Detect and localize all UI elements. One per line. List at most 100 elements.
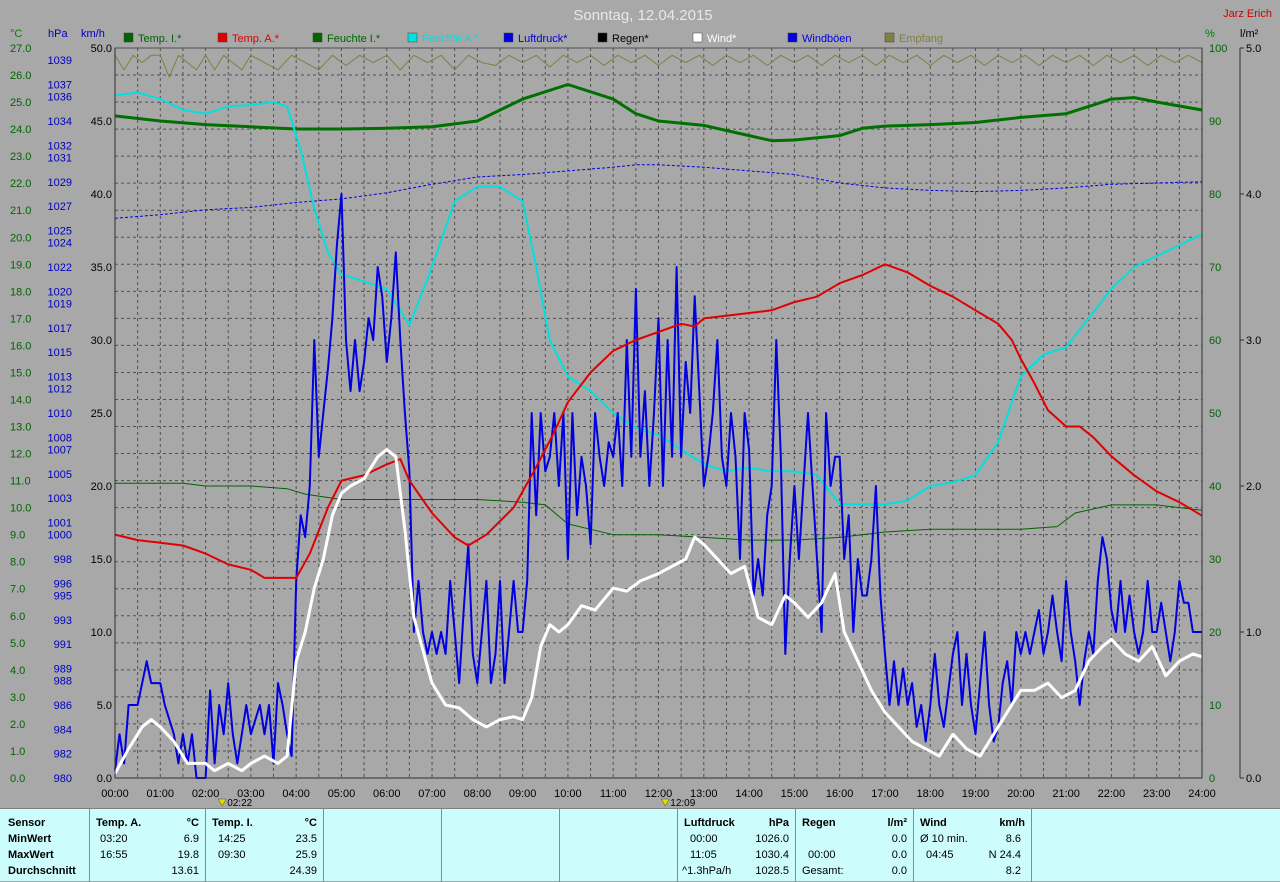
pressure-header: Luftdruck [684,817,735,829]
kmh-tick-label: 30.0 [91,335,112,347]
legend-label: Temp. I.* [138,33,182,45]
pct-tick-label: 10 [1209,700,1221,712]
kmh-tick-label: 40.0 [91,189,112,201]
temp-a-max-value: 19.8 [177,849,199,861]
hpa-tick-label: 998 [54,554,72,566]
time-tick-label: 19:00 [962,788,990,800]
temp-a-header: Temp. A. [96,817,142,829]
rain-column: Regen l/m² 0.0 00:00 0.0 Gesamt: 0.0 [796,809,914,882]
empty-column-1 [324,809,442,882]
temp-tick-label: 26.0 [10,70,31,82]
pct-tick-label: 80 [1209,189,1221,201]
time-tick-label: 08:00 [464,788,492,800]
hpa-tick-label: 1027 [48,201,72,213]
hpa-tick-label: 1015 [48,347,72,359]
hpa-tick-label: 1001 [48,518,72,530]
kmh-tick-label: 45.0 [91,116,112,128]
legend-label: Feuchte I.* [327,33,381,45]
author-label: Jarz Erich [1223,8,1272,20]
hpa-tick-label: 996 [54,578,72,590]
legend-swatch [597,32,608,43]
temp-a-min-value: 6.9 [183,833,199,845]
temp-tick-label: 21.0 [10,205,31,217]
wind-third-value: 8.2 [1005,865,1021,877]
rain-max-time: 00:00 [808,849,836,861]
legend: Temp. I.* Temp. A.* Feuchte I.* Feuchte A.*… [123,32,943,45]
legend-label: Windböen [802,33,852,45]
weather-chart: 27.0 26.0 25.0 24.0 23.0 22.0 21.0 20.0 19.0 18.0… [0,0,1280,808]
kmh-tick-label: 20.0 [91,481,112,493]
temp-a-unit: °C [186,817,199,829]
temp-tick-label: 16.0 [10,340,31,352]
pct-tick-label: 90 [1209,116,1221,128]
rain-tick-label: 1.0 [1246,627,1261,639]
pressure-avg: 1028.5 [755,865,789,877]
kmh-tick-label: 50.0 [91,43,112,55]
time-tick-label: 10:00 [554,788,582,800]
pct-tick-label: 30 [1209,554,1221,566]
temp-tick-label: 24.0 [10,124,31,136]
legend-label: Luftdruck* [518,33,568,45]
time-marker-label: 12:09 [670,798,695,808]
time-tick-label: 22:00 [1098,788,1126,800]
temp-tick-label: 3.0 [10,692,25,704]
hpa-tick-label: 1007 [48,445,72,457]
wind-unit: km/h [999,817,1025,829]
time-tick-label: 14:00 [735,788,763,800]
time-tick-label: 01:00 [147,788,175,800]
temp-a-avg: 13.61 [171,865,199,877]
pct-tick-label: 20 [1209,627,1221,639]
legend-label: Wind* [707,33,737,45]
hpa-tick-label: 980 [54,773,72,785]
hpa-tick-label: 1037 [48,80,72,92]
hpa-tick-label: 995 [54,591,72,603]
rain-tick-label: 5.0 [1246,43,1261,55]
temp-tick-label: 23.0 [10,151,31,163]
pct-tick-label: 50 [1209,408,1221,420]
pct-tick-label: 40 [1209,481,1221,493]
temp-a-min-time: 03:20 [100,833,128,845]
hpa-tick-label: 1000 [48,530,72,542]
temp-tick-label: 12.0 [10,449,31,461]
rain-unit-label: l/m² [1240,28,1259,40]
kmh-unit-label: km/h [81,28,105,40]
temp-i-column: Temp. I. °C 14:25 23.5 09:30 25.9 24.39 [206,809,324,882]
temp-tick-label: 27.0 [10,43,31,55]
pct-tick-label: 100 [1209,43,1227,55]
time-tick-label: 05:00 [328,788,356,800]
pct-unit-label: % [1205,28,1215,40]
hpa-tick-label: 982 [54,749,72,761]
rain-unit: l/m² [887,817,907,829]
wind-avg-label: Ø 10 min. [920,833,968,845]
wind-max-time: 04:45 [926,849,954,861]
temp-i-max-value: 25.9 [295,849,317,861]
pressure-trend: ^1.3hPa/h [682,865,732,877]
temp-tick-label: 0.0 [10,773,25,785]
pressure-max-time: 11:05 [690,849,717,861]
temp-tick-label: 9.0 [10,530,25,542]
legend-swatch [884,32,895,43]
time-tick-label: 11:00 [600,788,627,800]
hpa-tick-label: 1008 [48,432,72,444]
time-marker-label: 02:22 [227,798,252,808]
hpa-tick-label: 1019 [48,299,72,311]
temp-i-min-time: 14:25 [218,833,246,845]
time-tick-label: 16:00 [826,788,854,800]
hpa-tick-label: 1024 [48,238,72,250]
temp-tick-label: 20.0 [10,232,31,244]
legend-label: Feuchte A.* [422,33,480,45]
legend-swatch [787,32,798,43]
kmh-tick-label: 5.0 [97,700,112,712]
rain-tick-label: 4.0 [1246,189,1261,201]
legend-label: Empfang [899,33,943,45]
hpa-tick-label: 1005 [48,469,72,481]
hpa-tick-label: 1022 [48,262,72,274]
hpa-tick-label: 1032 [48,140,72,152]
hpa-tick-label: 1020 [48,286,72,298]
temp-tick-label: 1.0 [10,746,25,758]
time-tick-label: 09:00 [509,788,537,800]
row-label-max: MaxWert [8,849,54,861]
time-tick-label: 12:00 [645,788,673,800]
temp-i-avg: 24.39 [289,865,317,877]
temp-i-header: Temp. I. [212,817,253,829]
